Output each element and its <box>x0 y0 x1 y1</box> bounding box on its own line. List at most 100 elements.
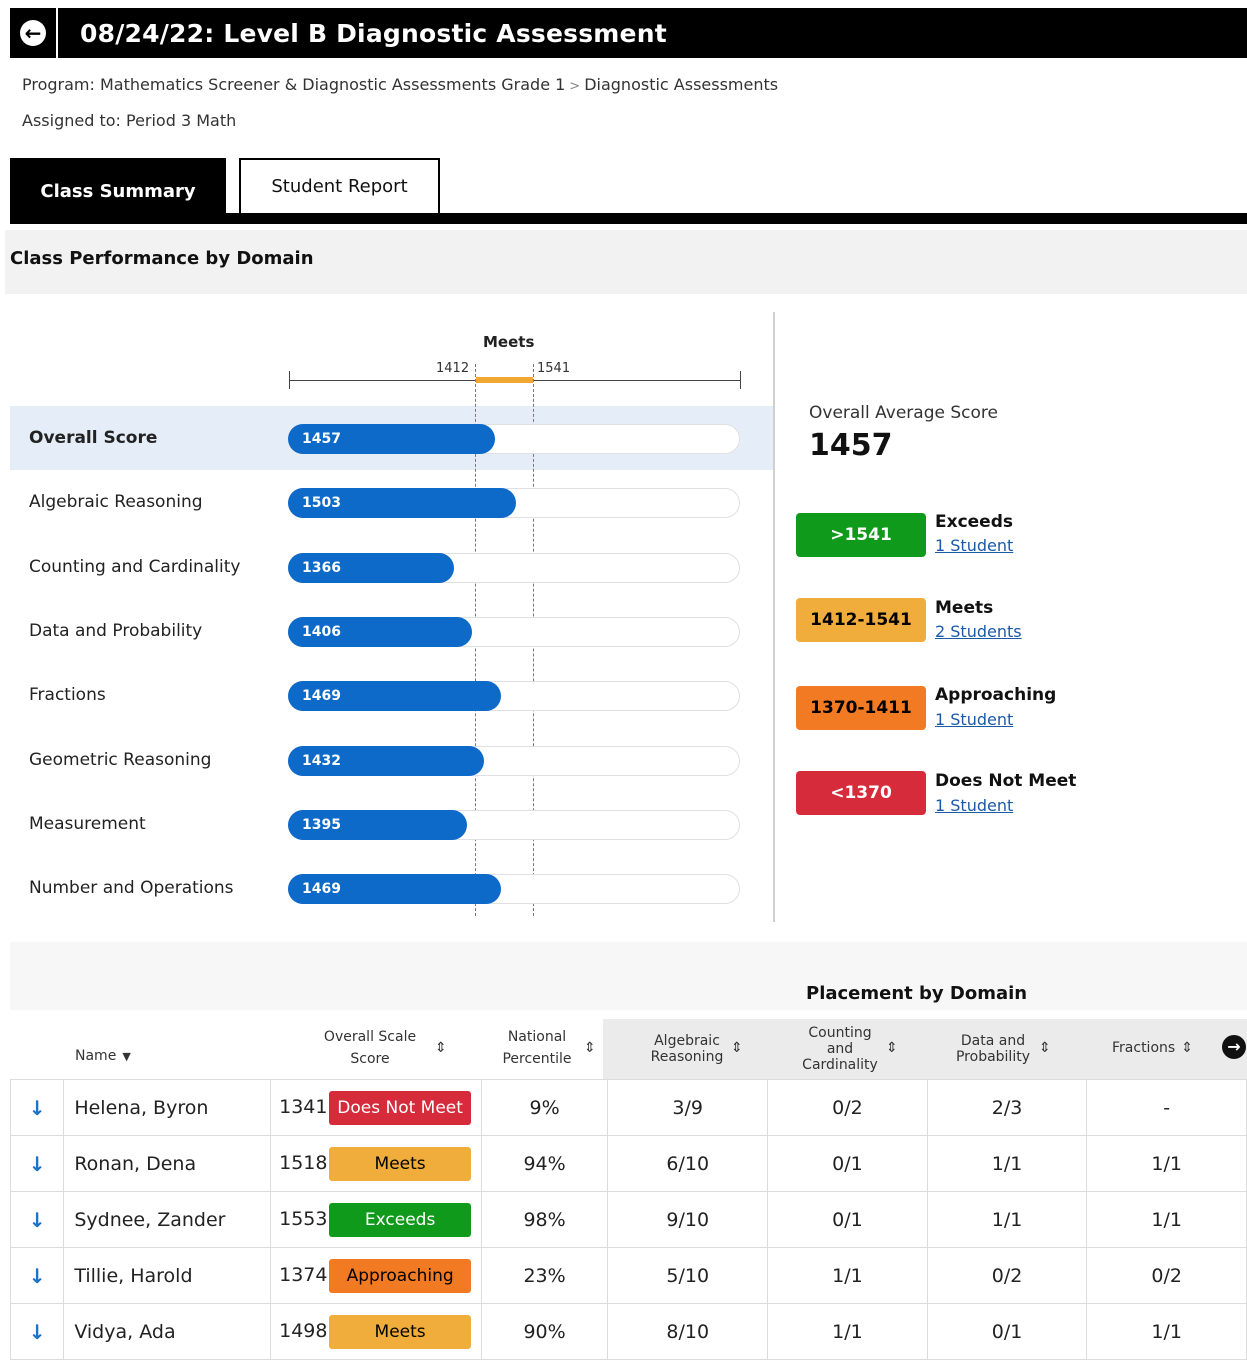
col-name-header[interactable]: Name ▼ <box>75 1048 131 1065</box>
fractions-cell: 1/1 <box>1086 1191 1247 1248</box>
band-low-label: 1412 <box>436 361 470 376</box>
sort-desc-icon: ▼ <box>122 1050 131 1063</box>
sort-fractions-icon: ⇕ <box>1181 1040 1193 1056</box>
domain-bar[interactable]: 1469 <box>288 681 501 711</box>
arrow-down-icon[interactable]: ↓ <box>29 1264 46 1288</box>
col-percentile-label-2: Percentile <box>502 1051 572 1067</box>
domain-bar-track: 1469 <box>288 874 740 904</box>
domain-bar-track: 1503 <box>288 488 740 518</box>
student-row[interactable]: ↓ Helena, Byron 1341 Does Not Meet 9% 3/9 0/2 2… <box>9 1079 1247 1136</box>
percentile-cell: 94% <box>480 1135 609 1192</box>
domain-bar[interactable]: 1406 <box>288 617 473 647</box>
col-fractions-header[interactable]: Fractions ⇕ <box>1112 1040 1193 1056</box>
col-fractions-label: Fractions <box>1112 1040 1176 1056</box>
domain-bar-track: 1432 <box>288 746 740 776</box>
back-button[interactable]: ← <box>10 8 58 58</box>
data-cell: 0/1 <box>926 1303 1088 1360</box>
page-title: 08/24/22: Level B Diagnostic Assessment <box>80 18 667 48</box>
sort-counting-icon[interactable]: ⇕ <box>886 1040 898 1056</box>
legend-level-name: Exceeds <box>935 512 1014 532</box>
data-cell: 1/1 <box>926 1135 1088 1192</box>
legend-level-name: Does Not Meet <box>935 771 1077 791</box>
overall-score-value: 1498 <box>279 1320 328 1342</box>
domain-bar[interactable]: 1395 <box>288 810 468 840</box>
legend-range-badge: >1541 <box>796 513 926 557</box>
tab-class-summary[interactable]: Class Summary <box>10 158 226 224</box>
legend-range-badge: 1412-1541 <box>796 598 926 642</box>
assigned-to: Assigned to: Period 3 Math <box>22 111 237 130</box>
domain-bar[interactable]: 1432 <box>288 746 484 776</box>
student-row[interactable]: ↓ Ronan, Dena 1518 Meets 94% 6/10 0/1 1/1 1/1 <box>9 1135 1247 1192</box>
expand-row-cell[interactable]: ↓ <box>9 1079 65 1136</box>
legend-student-count-link[interactable]: 1 Student <box>935 710 1013 729</box>
student-name[interactable]: Sydnee, Zander <box>63 1191 272 1248</box>
expand-row-cell[interactable]: ↓ <box>9 1191 65 1248</box>
col-data-header[interactable]: Data and Probability <box>948 1033 1038 1065</box>
arrow-down-icon[interactable]: ↓ <box>29 1152 46 1176</box>
arrow-down-icon[interactable]: ↓ <box>29 1096 46 1120</box>
expand-row-cell[interactable]: ↓ <box>9 1135 65 1192</box>
domain-label: Algebraic Reasoning <box>29 492 203 512</box>
col-counting-header[interactable]: Counting and Cardinality <box>795 1025 885 1073</box>
col-overall-label-2: Score <box>350 1051 390 1067</box>
students-table: ↓ Helena, Byron 1341 Does Not Meet 9% 3/9 0/2 2… <box>9 1079 1247 1360</box>
page-header: ← 08/24/22: Level B Diagnostic Assessmen… <box>10 8 1247 58</box>
sort-data-icon[interactable]: ⇕ <box>1039 1040 1051 1056</box>
student-row[interactable]: ↓ Tillie, Harold 1374 Approaching 23% 5/10 1/1… <box>9 1247 1247 1304</box>
domain-bar-track: 1395 <box>288 810 740 840</box>
fractions-cell: - <box>1086 1079 1247 1136</box>
domain-bar-value: 1503 <box>302 495 341 511</box>
student-row[interactable]: ↓ Vidya, Ada 1498 Meets 90% 8/10 1/1 0/1 1/1 <box>9 1303 1247 1360</box>
scale-tick-end <box>740 371 741 389</box>
arrow-left-circle-icon[interactable]: ← <box>20 20 46 46</box>
col-overall-header[interactable]: Overall Scale Score <box>312 1029 428 1067</box>
tab-bar: Class Summary Student Report <box>10 158 1247 224</box>
tab-student-report[interactable]: Student Report <box>239 158 440 213</box>
fractions-cell: 1/1 <box>1086 1135 1247 1192</box>
overall-score-cell: 1374 Approaching <box>270 1247 482 1304</box>
overall-score-cell: 1553 Exceeds <box>270 1191 482 1248</box>
col-percentile-header[interactable]: National Percentile <box>495 1029 579 1067</box>
table-header-band <box>10 942 1247 1010</box>
col-algebraic-header[interactable]: Algebraic Reasoning <box>642 1033 732 1065</box>
student-row[interactable]: ↓ Sydnee, Zander 1553 Exceeds 98% 9/10 0/1 1/1 1… <box>9 1191 1247 1248</box>
legend-student-count-link[interactable]: 2 Students <box>935 622 1022 641</box>
arrow-right-circle-icon[interactable]: → <box>1222 1035 1246 1059</box>
section-title: Class Performance by Domain <box>10 248 314 269</box>
student-name[interactable]: Ronan, Dena <box>63 1135 272 1192</box>
legend-student-count-link[interactable]: 1 Student <box>935 536 1013 555</box>
domain-bar[interactable]: 1457 <box>288 424 496 454</box>
data-cell: 1/1 <box>926 1191 1088 1248</box>
sort-algebraic-icon[interactable]: ⇕ <box>731 1040 743 1056</box>
legend-range-badge: 1370-1411 <box>796 686 926 730</box>
domain-bar[interactable]: 1469 <box>288 874 501 904</box>
overall-score-value: 1341 <box>279 1096 328 1118</box>
sort-percentile-icon[interactable]: ⇕ <box>584 1040 596 1056</box>
breadcrumb-program: Program: Mathematics Screener & Diagnost… <box>22 75 566 94</box>
domain-bar[interactable]: 1366 <box>288 553 455 583</box>
breadcrumb: Program: Mathematics Screener & Diagnost… <box>22 75 778 94</box>
domain-bar-value: 1469 <box>302 688 341 704</box>
sort-overall-icon[interactable]: ⇕ <box>435 1040 447 1056</box>
expand-row-cell[interactable]: ↓ <box>9 1247 65 1304</box>
meets-band <box>476 377 533 383</box>
counting-cell: 0/1 <box>767 1135 928 1192</box>
percentile-cell: 9% <box>480 1079 609 1136</box>
arrow-down-icon[interactable]: ↓ <box>29 1320 46 1344</box>
avg-score-label: Overall Average Score <box>809 403 998 423</box>
student-name[interactable]: Tillie, Harold <box>63 1247 272 1304</box>
legend-student-count-link[interactable]: 1 Student <box>935 796 1013 815</box>
col-data-label-1: Data and <box>960 1033 1026 1049</box>
col-percentile-label-1: National <box>507 1029 567 1045</box>
algebraic-cell: 5/10 <box>607 1247 769 1304</box>
arrow-down-icon[interactable]: ↓ <box>29 1208 46 1232</box>
student-name[interactable]: Vidya, Ada <box>63 1303 272 1360</box>
domain-bar-track: 1366 <box>288 553 740 583</box>
counting-cell: 1/1 <box>767 1303 928 1360</box>
domain-bar-value: 1469 <box>302 881 341 897</box>
expand-row-cell[interactable]: ↓ <box>9 1303 65 1360</box>
domain-bar[interactable]: 1503 <box>288 488 516 518</box>
col-overall-label-1: Overall Scale <box>323 1029 417 1045</box>
student-name[interactable]: Helena, Byron <box>63 1079 272 1136</box>
percentile-cell: 23% <box>480 1247 609 1304</box>
